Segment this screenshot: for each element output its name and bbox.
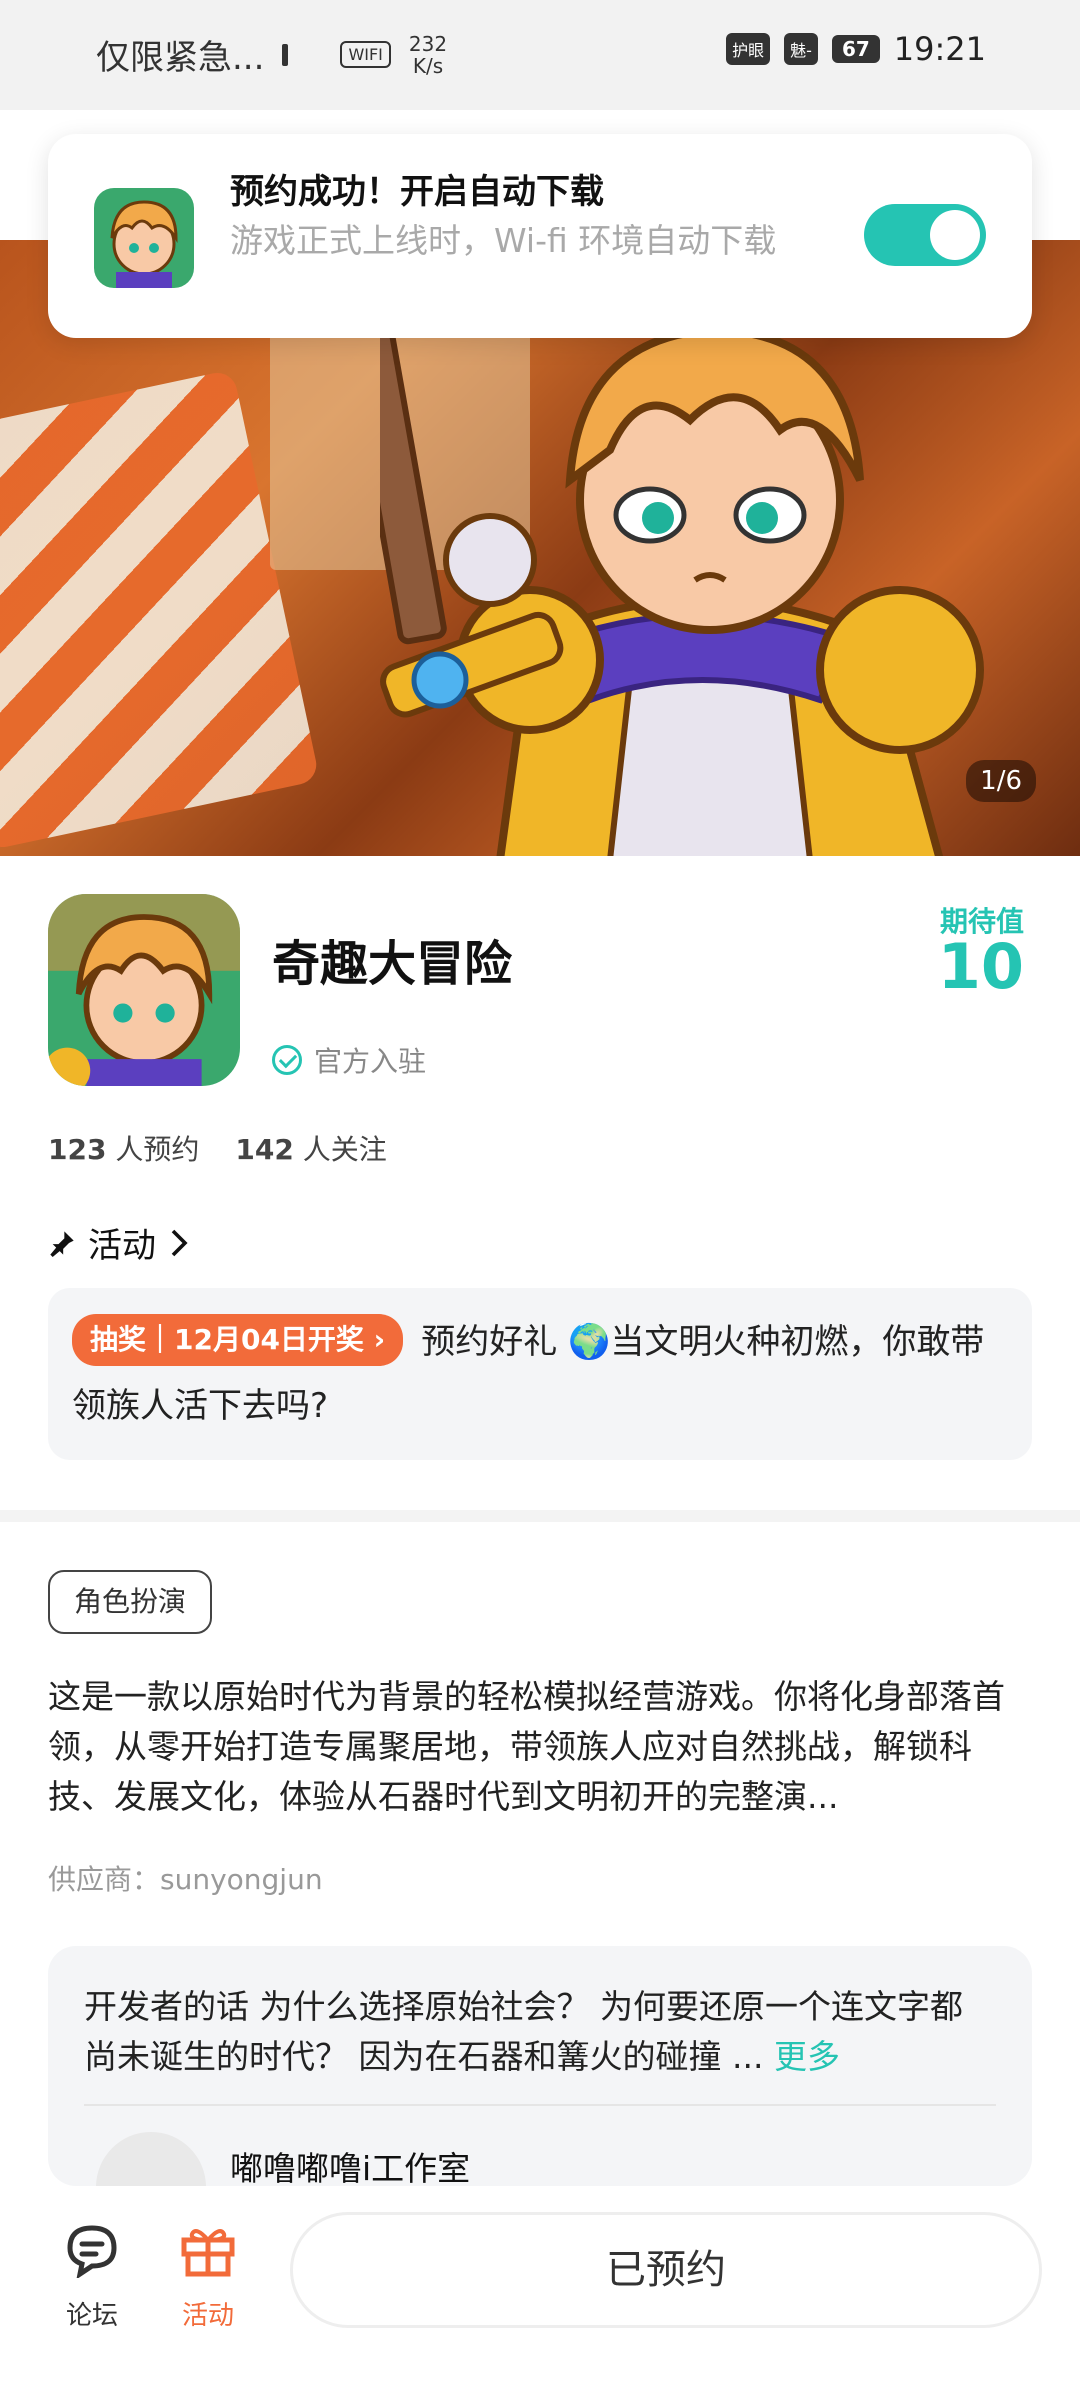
lottery-label: 抽奖｜12月04日开奖 [90,1323,364,1356]
section-divider [0,1510,1080,1522]
app-icon [48,894,240,1086]
pin-icon [50,1230,74,1257]
nav-activity-label: 活动 [181,2301,234,2331]
toast-game-icon [94,188,194,288]
toast-title: 预约成功！开启自动下载 [230,172,604,212]
activity-card[interactable]: 抽奖｜12月04日开奖 › 预约好礼 🌍当文明火种初燃，你敢带领族人活下去吗? [48,1288,1032,1460]
status-left: 仅限紧急... WIFI 232 K/s [96,30,447,79]
studio-avatar [96,2132,206,2186]
genre-tag[interactable]: 角色扮演 [48,1570,213,1634]
studio-name[interactable]: 嘟噜嘟噜i工作室 [230,2142,470,2186]
auto-download-toggle[interactable] [864,204,986,266]
nav-forum-label: 论坛 [65,2301,118,2331]
reserved-button[interactable]: 已预约 [290,2212,1042,2328]
wifi-icon: WIFI [340,41,391,68]
activity-header[interactable]: 活动 [48,1218,190,1267]
notification-text: 仅限紧急... [96,38,265,78]
verified-check-icon [272,1045,302,1075]
speed-unit: K/s [412,53,444,78]
developer-more-link[interactable]: 更多 [774,2037,840,2076]
activity-heading: 活动 [88,1226,156,1266]
developer-note: 开发者的话 为什么选择原始社会？ 为何要还原一个连文字都尚未诞生的时代？ 因为在… [84,1982,994,2082]
developer-card[interactable]: 开发者的话 为什么选择原始社会？ 为何要还原一个连文字都尚未诞生的时代？ 因为在… [48,1946,1032,2186]
activity-text-block: 抽奖｜12月04日开奖 › 预约好礼 🌍当文明火种初燃，你敢带领族人活下去吗? [72,1310,1008,1438]
reserve-label: 人预约 [115,1133,200,1166]
hero-knight-illustration [380,260,984,856]
alert-icon [282,43,289,66]
supplier-info: 供应商：sunyongjun [48,1863,323,1896]
status-right: 护眼 魅- 67 19:21 [726,30,986,68]
battery-icon: 67 [831,35,880,63]
lottery-badge[interactable]: 抽奖｜12月04日开奖 › [72,1314,404,1366]
official-label: 官方入驻 [314,1045,427,1078]
auto-download-toast: 预约成功！开启自动下载 游戏正式上线时，Wi-fi 环境自动下载 [48,134,1032,338]
gift-icon [181,2229,235,2277]
toast-subtitle: 游戏正式上线时，Wi-fi 环境自动下载 [230,221,777,260]
developer-divider [84,2104,996,2106]
reserve-count: 123 [48,1133,107,1166]
app-name: 奇趣大冒险 [272,936,513,992]
forum-icon [67,2225,117,2280]
nav-activity[interactable]: 活动 [158,2222,258,2332]
game-description[interactable]: 这是一款以原始时代为背景的轻松模拟经营游戏。你将化身部落首领，从零开始打造专属聚… [48,1672,1032,1822]
bottom-bar: 论坛 活动 已预约 [0,2186,1080,2400]
status-pill-icon: 魅- [784,33,818,65]
stats-row: 123 人预约 142 人关注 [48,1128,387,1168]
expect-value: 10 [937,930,1024,1003]
hero-image-counter: 1/6 [966,760,1036,802]
reserve-stat: 123 人预约 [48,1128,199,1168]
follow-label: 人关注 [302,1133,387,1166]
nav-forum[interactable]: 论坛 [42,2222,142,2332]
official-badge: 官方入驻 [272,1040,426,1080]
follow-count: 142 [235,1133,294,1166]
eye-care-icon: 护眼 [726,33,771,65]
network-speed: 232 K/s [409,33,447,77]
speed-value: 232 [408,31,448,56]
toggle-knob [930,210,980,260]
follow-stat: 142 人关注 [235,1128,386,1168]
status-bar: 仅限紧急... WIFI 232 K/s 护眼 魅- 67 19:21 [0,0,1080,110]
chevron-right-icon [171,1229,188,1256]
clock: 19:21 [893,30,986,68]
